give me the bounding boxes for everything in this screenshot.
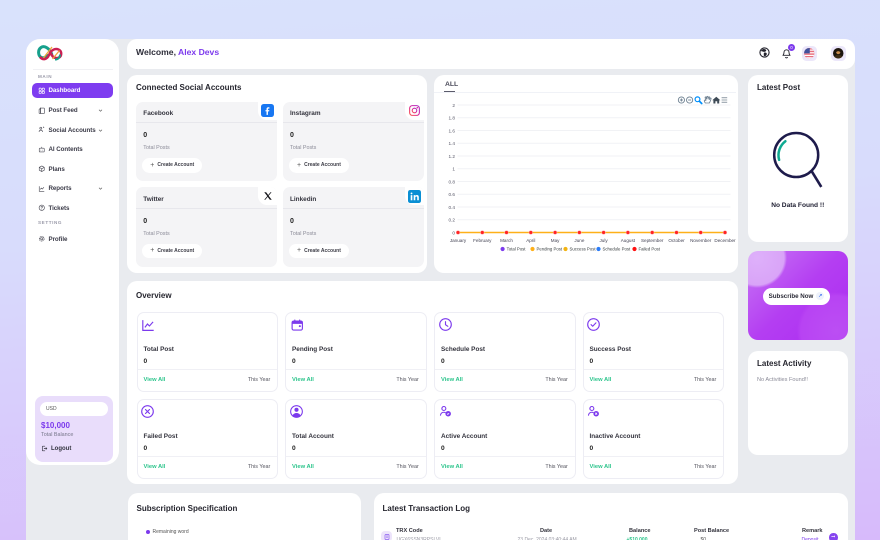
- svg-text:0.8: 0.8: [448, 179, 455, 184]
- svg-text:Pending Post: Pending Post: [537, 246, 563, 251]
- svg-text:Total Post: Total Post: [507, 246, 527, 251]
- svg-text:0: 0: [452, 230, 455, 235]
- svg-text:December: December: [714, 238, 736, 243]
- svg-text:2: 2: [452, 102, 455, 107]
- svg-text:March: March: [500, 238, 513, 243]
- svg-text:0.4: 0.4: [448, 204, 455, 209]
- svg-text:Schedule Post: Schedule Post: [603, 246, 632, 251]
- svg-text:1: 1: [452, 166, 455, 171]
- svg-text:January: January: [450, 238, 467, 243]
- svg-text:May: May: [551, 238, 560, 243]
- svg-text:Failed Post: Failed Post: [639, 246, 661, 251]
- svg-text:September: September: [641, 238, 664, 243]
- svg-text:November: November: [690, 238, 712, 243]
- svg-text:1.6: 1.6: [448, 128, 455, 133]
- svg-text:0.6: 0.6: [448, 192, 455, 197]
- svg-text:0.2: 0.2: [448, 217, 455, 222]
- svg-text:April: April: [526, 238, 535, 243]
- svg-text:1.2: 1.2: [448, 153, 455, 158]
- svg-text:June: June: [574, 238, 584, 243]
- svg-text:Success Post: Success Post: [570, 246, 597, 251]
- svg-text:October: October: [668, 238, 685, 243]
- svg-text:1.8: 1.8: [448, 115, 455, 120]
- svg-text:July: July: [600, 238, 609, 243]
- svg-text:February: February: [473, 238, 492, 243]
- svg-text:1.4: 1.4: [448, 141, 455, 146]
- svg-text:August: August: [621, 238, 636, 243]
